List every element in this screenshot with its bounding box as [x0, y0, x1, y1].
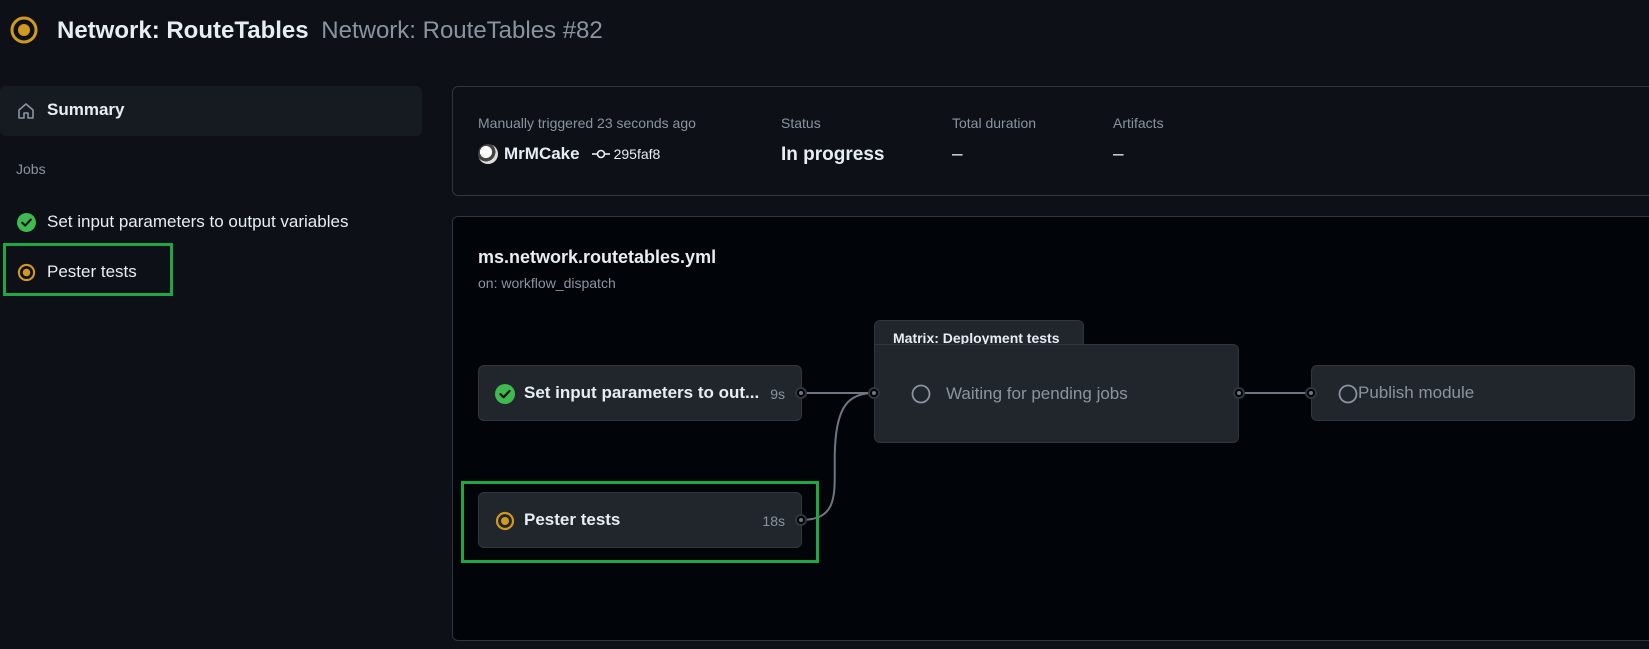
actor-row: MrMCake 295faf8: [478, 144, 660, 164]
page-title: Network: RouteTables Network: RouteTable…: [57, 16, 603, 46]
sidebar-job-set-input-parameters[interactable]: Set input parameters to output variables: [0, 202, 422, 242]
avatar[interactable]: [478, 144, 498, 164]
in-progress-icon: [10, 16, 38, 44]
graph-job-publish-module[interactable]: Publish module: [1311, 365, 1635, 421]
sidebar-job-label: Set input parameters to output variables: [47, 212, 349, 231]
duration-value: –: [952, 144, 963, 165]
artifacts-value: –: [1113, 144, 1124, 165]
check-circle-icon: [17, 213, 36, 232]
page-header: Network: RouteTables Network: RouteTable…: [0, 0, 1649, 64]
graph-job-duration: 9s: [770, 386, 785, 402]
graph-job-name: Waiting for pending jobs: [946, 384, 1128, 403]
git-commit-icon: [591, 149, 610, 159]
sidebar-item-label: Summary: [47, 100, 125, 119]
workflow-name[interactable]: Network: RouteTables: [57, 17, 309, 44]
graph-job-name: Set input parameters to out...: [524, 383, 760, 402]
run-title: Network: RouteTables #82: [321, 17, 603, 44]
graph-job-name: Publish module: [1358, 383, 1475, 402]
graph-connector-dot: [1233, 387, 1245, 399]
graph-job-pester-tests[interactable]: Pester tests 18s: [478, 492, 802, 548]
jobs-heading: Jobs: [16, 161, 46, 177]
status-label: Status: [781, 115, 821, 131]
pending-circle-icon: [911, 384, 931, 404]
sidebar-item-summary[interactable]: Summary: [0, 86, 422, 136]
run-info-card: Manually triggered 23 seconds ago MrMCak…: [452, 86, 1649, 196]
pending-circle-icon: [1338, 384, 1358, 404]
actor-link[interactable]: MrMCake: [504, 144, 580, 164]
trigger-text: Manually triggered 23 seconds ago: [478, 115, 696, 131]
workflow-trigger: on: workflow_dispatch: [478, 275, 616, 291]
graph-connector-dot: [868, 387, 880, 399]
graph-connector-dot: [1305, 387, 1317, 399]
check-circle-icon: [495, 384, 515, 404]
graph-connector-dot: [795, 514, 807, 526]
graph-job-set-input-parameters[interactable]: Set input parameters to out... 9s: [478, 365, 802, 421]
sidebar-job-pester-tests[interactable]: Pester tests: [0, 252, 422, 292]
graph-job-matrix-deployment-tests[interactable]: Waiting for pending jobs: [874, 344, 1239, 443]
duration-label: Total duration: [952, 115, 1037, 131]
graph-job-name: Pester tests: [524, 510, 621, 529]
commit-sha-link[interactable]: 295faf8: [614, 146, 661, 162]
graph-job-duration: 18s: [762, 513, 785, 529]
workflow-file-name[interactable]: ms.network.routetables.yml: [478, 247, 716, 268]
artifacts-label: Artifacts: [1113, 115, 1164, 131]
home-icon: [18, 103, 34, 119]
sidebar-job-label: Pester tests: [47, 262, 137, 281]
workflow-graph-card: ms.network.routetables.yml on: workflow_…: [452, 216, 1649, 641]
in-progress-icon: [17, 263, 36, 282]
in-progress-icon: [495, 511, 515, 531]
status-value: In progress: [781, 144, 885, 165]
graph-connector-dot: [795, 387, 807, 399]
